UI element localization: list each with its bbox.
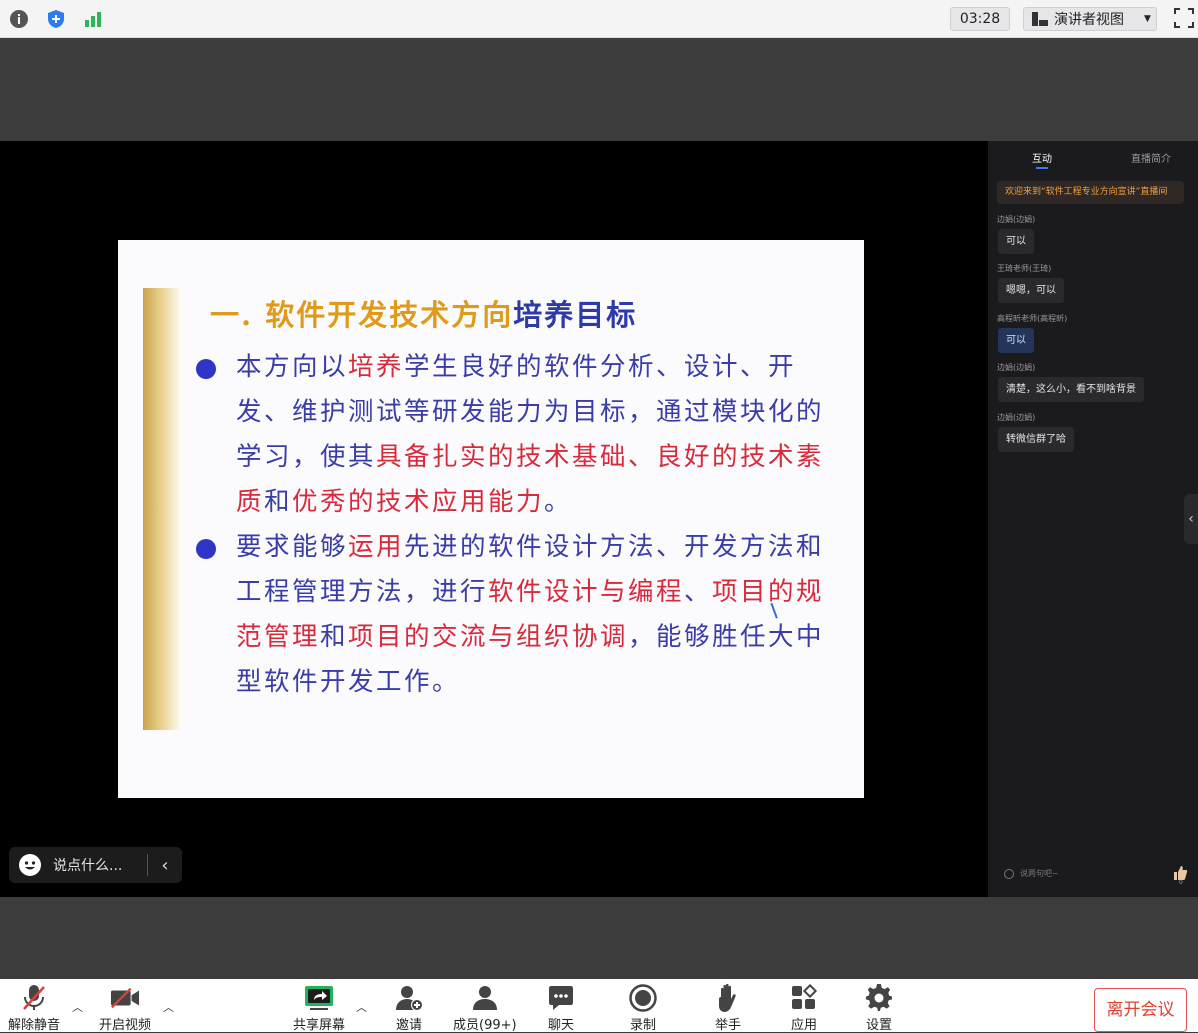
view-mode-label: 演讲者视图 — [1054, 12, 1124, 28]
panel-collapse-handle[interactable]: ‹ — [1184, 494, 1198, 544]
record-icon — [628, 983, 658, 1013]
chevron-down-icon: ▼ — [1144, 14, 1151, 24]
chevron-up-icon[interactable]: ︿ — [72, 999, 83, 1015]
chat-message-author: 边娟(边娟) — [997, 363, 1036, 372]
hand-icon — [713, 983, 743, 1013]
slide-decorative-bar — [143, 288, 181, 730]
start-video-label: 开启视频 — [99, 1018, 152, 1033]
slide-paragraph-1: 本方向以培养学生良好的软件分析、设计、开发、维护测试等研发能力为目标，通过模块化… — [236, 352, 825, 517]
meeting-timer: 03:28 — [950, 7, 1010, 31]
invite-button[interactable]: 邀请 — [394, 983, 424, 1033]
chat-label: 聊天 — [547, 1018, 574, 1033]
chat-message-text: 清楚，这么小，看不到啥背景 — [998, 377, 1144, 402]
fullscreen-icon[interactable] — [1174, 8, 1194, 28]
chat-message-author: 高程昕老师(高程昕) — [997, 314, 1068, 323]
chat-message-text: 可以 — [998, 328, 1034, 353]
like-count: 0 — [1179, 879, 1183, 886]
upper-spacer — [0, 38, 1198, 141]
apps-grid-icon — [789, 983, 819, 1013]
share-screen-label: 共享屏幕 — [293, 1018, 346, 1033]
slide-title: 一. 软件开发技术方向培养目标 — [210, 292, 637, 334]
info-icon[interactable] — [8, 8, 30, 30]
chat-message-text: 可以 — [998, 229, 1034, 254]
shared-screen-stage: 一. 软件开发技术方向培养目标 本方向以培养学生良好的软件分析、设计、开发、维护… — [0, 141, 988, 897]
share-screen-button[interactable]: 共享屏幕 — [293, 983, 345, 1033]
chat-message-author: 边娟(边娟) — [997, 215, 1036, 224]
meeting-toolbar: 解除静音 ︿ 开启视频 ︿ 共享屏幕 ︿ 邀请 成员(99+) 聊天 录制 举手… — [0, 979, 1198, 1033]
gear-icon — [864, 983, 894, 1013]
video-off-icon — [110, 983, 140, 1013]
tab-live-intro[interactable]: 直播简介 — [1131, 150, 1171, 165]
unmute-label: 解除静音 — [8, 1018, 61, 1033]
apps-label: 应用 — [790, 1018, 817, 1033]
live-interaction-panel: 互动 直播简介 欢迎来到“软件工程专业方向宣讲”直播间 边娟(边娟) 可以 王琦… — [988, 141, 1198, 897]
slide-title-part2: 培养目标 — [513, 298, 638, 332]
bullet-dot — [196, 359, 216, 379]
record-label: 录制 — [629, 1018, 656, 1033]
emoji-icon[interactable] — [19, 854, 41, 876]
add-user-icon — [394, 983, 424, 1013]
lower-spacer — [0, 897, 1198, 979]
welcome-banner: 欢迎来到“软件工程专业方向宣讲”直播间 — [997, 181, 1184, 204]
view-layout-icon — [1032, 12, 1048, 26]
chevron-left-icon[interactable]: ‹ — [148, 855, 182, 876]
chat-message-text: 嗯嗯，可以 — [998, 278, 1064, 303]
settings-label: 设置 — [865, 1018, 892, 1033]
chevron-up-icon[interactable]: ︿ — [356, 999, 367, 1015]
muted-microphone-icon — [19, 983, 49, 1013]
panel-tabs: 互动 直播简介 — [988, 147, 1198, 169]
comment-input-bar[interactable]: 说点什么... ‹ — [9, 847, 182, 883]
slide-paragraph-2: 要求能够运用先进的软件设计方法、开发方法和工程管理方法，进行软件设计与编程、项目… — [236, 532, 825, 697]
bullet-dot — [196, 539, 216, 559]
chat-message-author: 王琦老师(王琦) — [997, 264, 1052, 273]
share-screen-icon — [304, 983, 334, 1013]
chat-bubble-icon — [546, 983, 576, 1013]
security-shield-icon[interactable] — [45, 8, 67, 30]
settings-button[interactable]: 设置 — [864, 983, 894, 1033]
comment-input[interactable]: 说点什么... — [53, 855, 147, 875]
raise-hand-button[interactable]: 举手 — [713, 983, 743, 1033]
chat-message-text: 转微信群了哈 — [998, 427, 1074, 452]
panel-input-placeholder: 说两句吧~ — [1020, 869, 1059, 878]
tab-interaction[interactable]: 互动 — [1032, 150, 1052, 169]
members-label: 成员(99+) — [453, 1018, 517, 1033]
panel-comment-input[interactable]: 说两句吧~ — [1004, 868, 1059, 879]
top-bar: 03:28 演讲者视图 ▼ — [0, 0, 1198, 38]
network-signal-icon[interactable] — [83, 8, 105, 30]
leave-meeting-button[interactable]: 离开会议 — [1094, 988, 1187, 1032]
view-mode-dropdown[interactable]: 演讲者视图 ▼ — [1023, 7, 1157, 31]
invite-label: 邀请 — [395, 1018, 422, 1033]
members-icon — [470, 983, 500, 1013]
record-button[interactable]: 录制 — [628, 983, 658, 1033]
presentation-slide: 一. 软件开发技术方向培养目标 本方向以培养学生良好的软件分析、设计、开发、维护… — [118, 240, 864, 798]
chat-button[interactable]: 聊天 — [546, 983, 576, 1033]
chevron-up-icon[interactable]: ︿ — [163, 999, 174, 1015]
members-button[interactable]: 成员(99+) — [453, 983, 517, 1033]
chat-message-author: 边娟(边娟) — [997, 413, 1036, 422]
emoji-icon[interactable] — [1004, 868, 1014, 879]
unmute-button[interactable]: 解除静音 — [8, 983, 60, 1033]
raise-hand-label: 举手 — [714, 1018, 741, 1033]
slide-title-part1: 一. 软件开发技术方向 — [210, 298, 514, 332]
start-video-button[interactable]: 开启视频 — [99, 983, 151, 1033]
apps-button[interactable]: 应用 — [789, 983, 819, 1033]
